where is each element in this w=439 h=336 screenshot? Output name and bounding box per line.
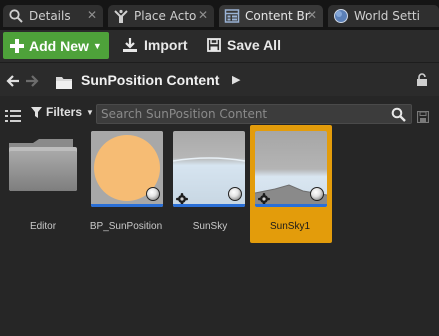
forward-arrow-icon[interactable]	[25, 73, 39, 87]
asset-label: SunSky	[192, 221, 228, 232]
lock-icon[interactable]	[416, 72, 428, 91]
search-box[interactable]	[96, 104, 412, 124]
asset-label: SunSky1	[269, 221, 311, 232]
chevron-down-icon: ▼	[86, 107, 94, 117]
blueprint-thumbnail	[91, 131, 163, 207]
filter-bar: Filters ▼	[0, 99, 439, 129]
content-browser-window: { "tabs": [ {"label": "Details", "icon":…	[0, 0, 439, 336]
folder-icon	[56, 74, 72, 93]
search-input[interactable]	[101, 106, 381, 122]
tab-place-actors[interactable]: Place Acto ✕	[108, 5, 214, 27]
add-new-label: Add New	[29, 37, 89, 54]
chevron-down-icon: ▼	[92, 40, 102, 51]
tab-details[interactable]: Details ✕	[3, 5, 103, 27]
gear-icon	[258, 190, 270, 205]
level-thumbnail	[173, 131, 245, 207]
asset-label: BP_SunPosition	[89, 221, 163, 232]
asset-grid: Editor BP_SunPosition SunSky SunSky1	[0, 125, 439, 336]
asset-label: Editor	[29, 221, 57, 232]
asset-type-bar	[173, 204, 245, 207]
tab-label: Place Acto	[134, 9, 197, 23]
gear-icon	[176, 190, 188, 205]
sphere-icon	[228, 187, 242, 201]
import-button[interactable]: Import	[122, 34, 188, 56]
filters-label: Filters	[46, 105, 83, 119]
filters-button[interactable]: Filters ▼	[31, 105, 94, 119]
magnifier-icon	[8, 8, 24, 24]
save-all-button[interactable]: Save All	[207, 34, 281, 56]
level-thumbnail	[255, 131, 327, 207]
save-search-icon[interactable]	[416, 108, 430, 127]
tab-world-settings[interactable]: World Setti	[328, 5, 439, 27]
sphere-icon	[146, 187, 160, 201]
place-actors-icon	[113, 8, 129, 24]
save-all-label: Save All	[227, 37, 281, 53]
add-new-button[interactable]: Add New ▼	[3, 32, 109, 59]
path-bar: SunPosition Content ▶	[0, 62, 439, 96]
content-browser-toolbar: Add New ▼ Import Save All	[0, 30, 439, 62]
asset-type-bar	[255, 204, 327, 207]
close-icon[interactable]: ✕	[305, 8, 319, 22]
filter-icon	[31, 106, 42, 118]
chevron-right-icon[interactable]: ▶	[232, 73, 240, 86]
asset-type-bar	[91, 204, 163, 207]
save-icon	[207, 38, 221, 52]
folder-icon	[9, 139, 79, 191]
plus-icon	[10, 38, 24, 53]
tab-bar: Details ✕ Place Acto ✕ Content Br ✕ Worl…	[0, 0, 439, 30]
tab-label: Details	[29, 9, 71, 23]
tab-label: Content Br	[245, 9, 310, 23]
breadcrumb-current-folder[interactable]: SunPosition Content	[81, 72, 219, 88]
tab-content-browser[interactable]: Content Br ✕	[219, 5, 323, 27]
sphere-icon	[310, 187, 324, 201]
back-arrow-icon[interactable]	[6, 73, 20, 87]
import-label: Import	[144, 37, 188, 53]
tab-label: World Setti	[354, 9, 420, 23]
close-icon[interactable]: ✕	[196, 8, 210, 22]
sources-list-icon[interactable]	[5, 107, 21, 126]
import-icon	[123, 38, 137, 52]
content-browser-icon	[224, 8, 240, 24]
close-icon[interactable]: ✕	[85, 8, 99, 22]
search-icon[interactable]	[391, 107, 406, 126]
globe-icon	[333, 8, 349, 24]
